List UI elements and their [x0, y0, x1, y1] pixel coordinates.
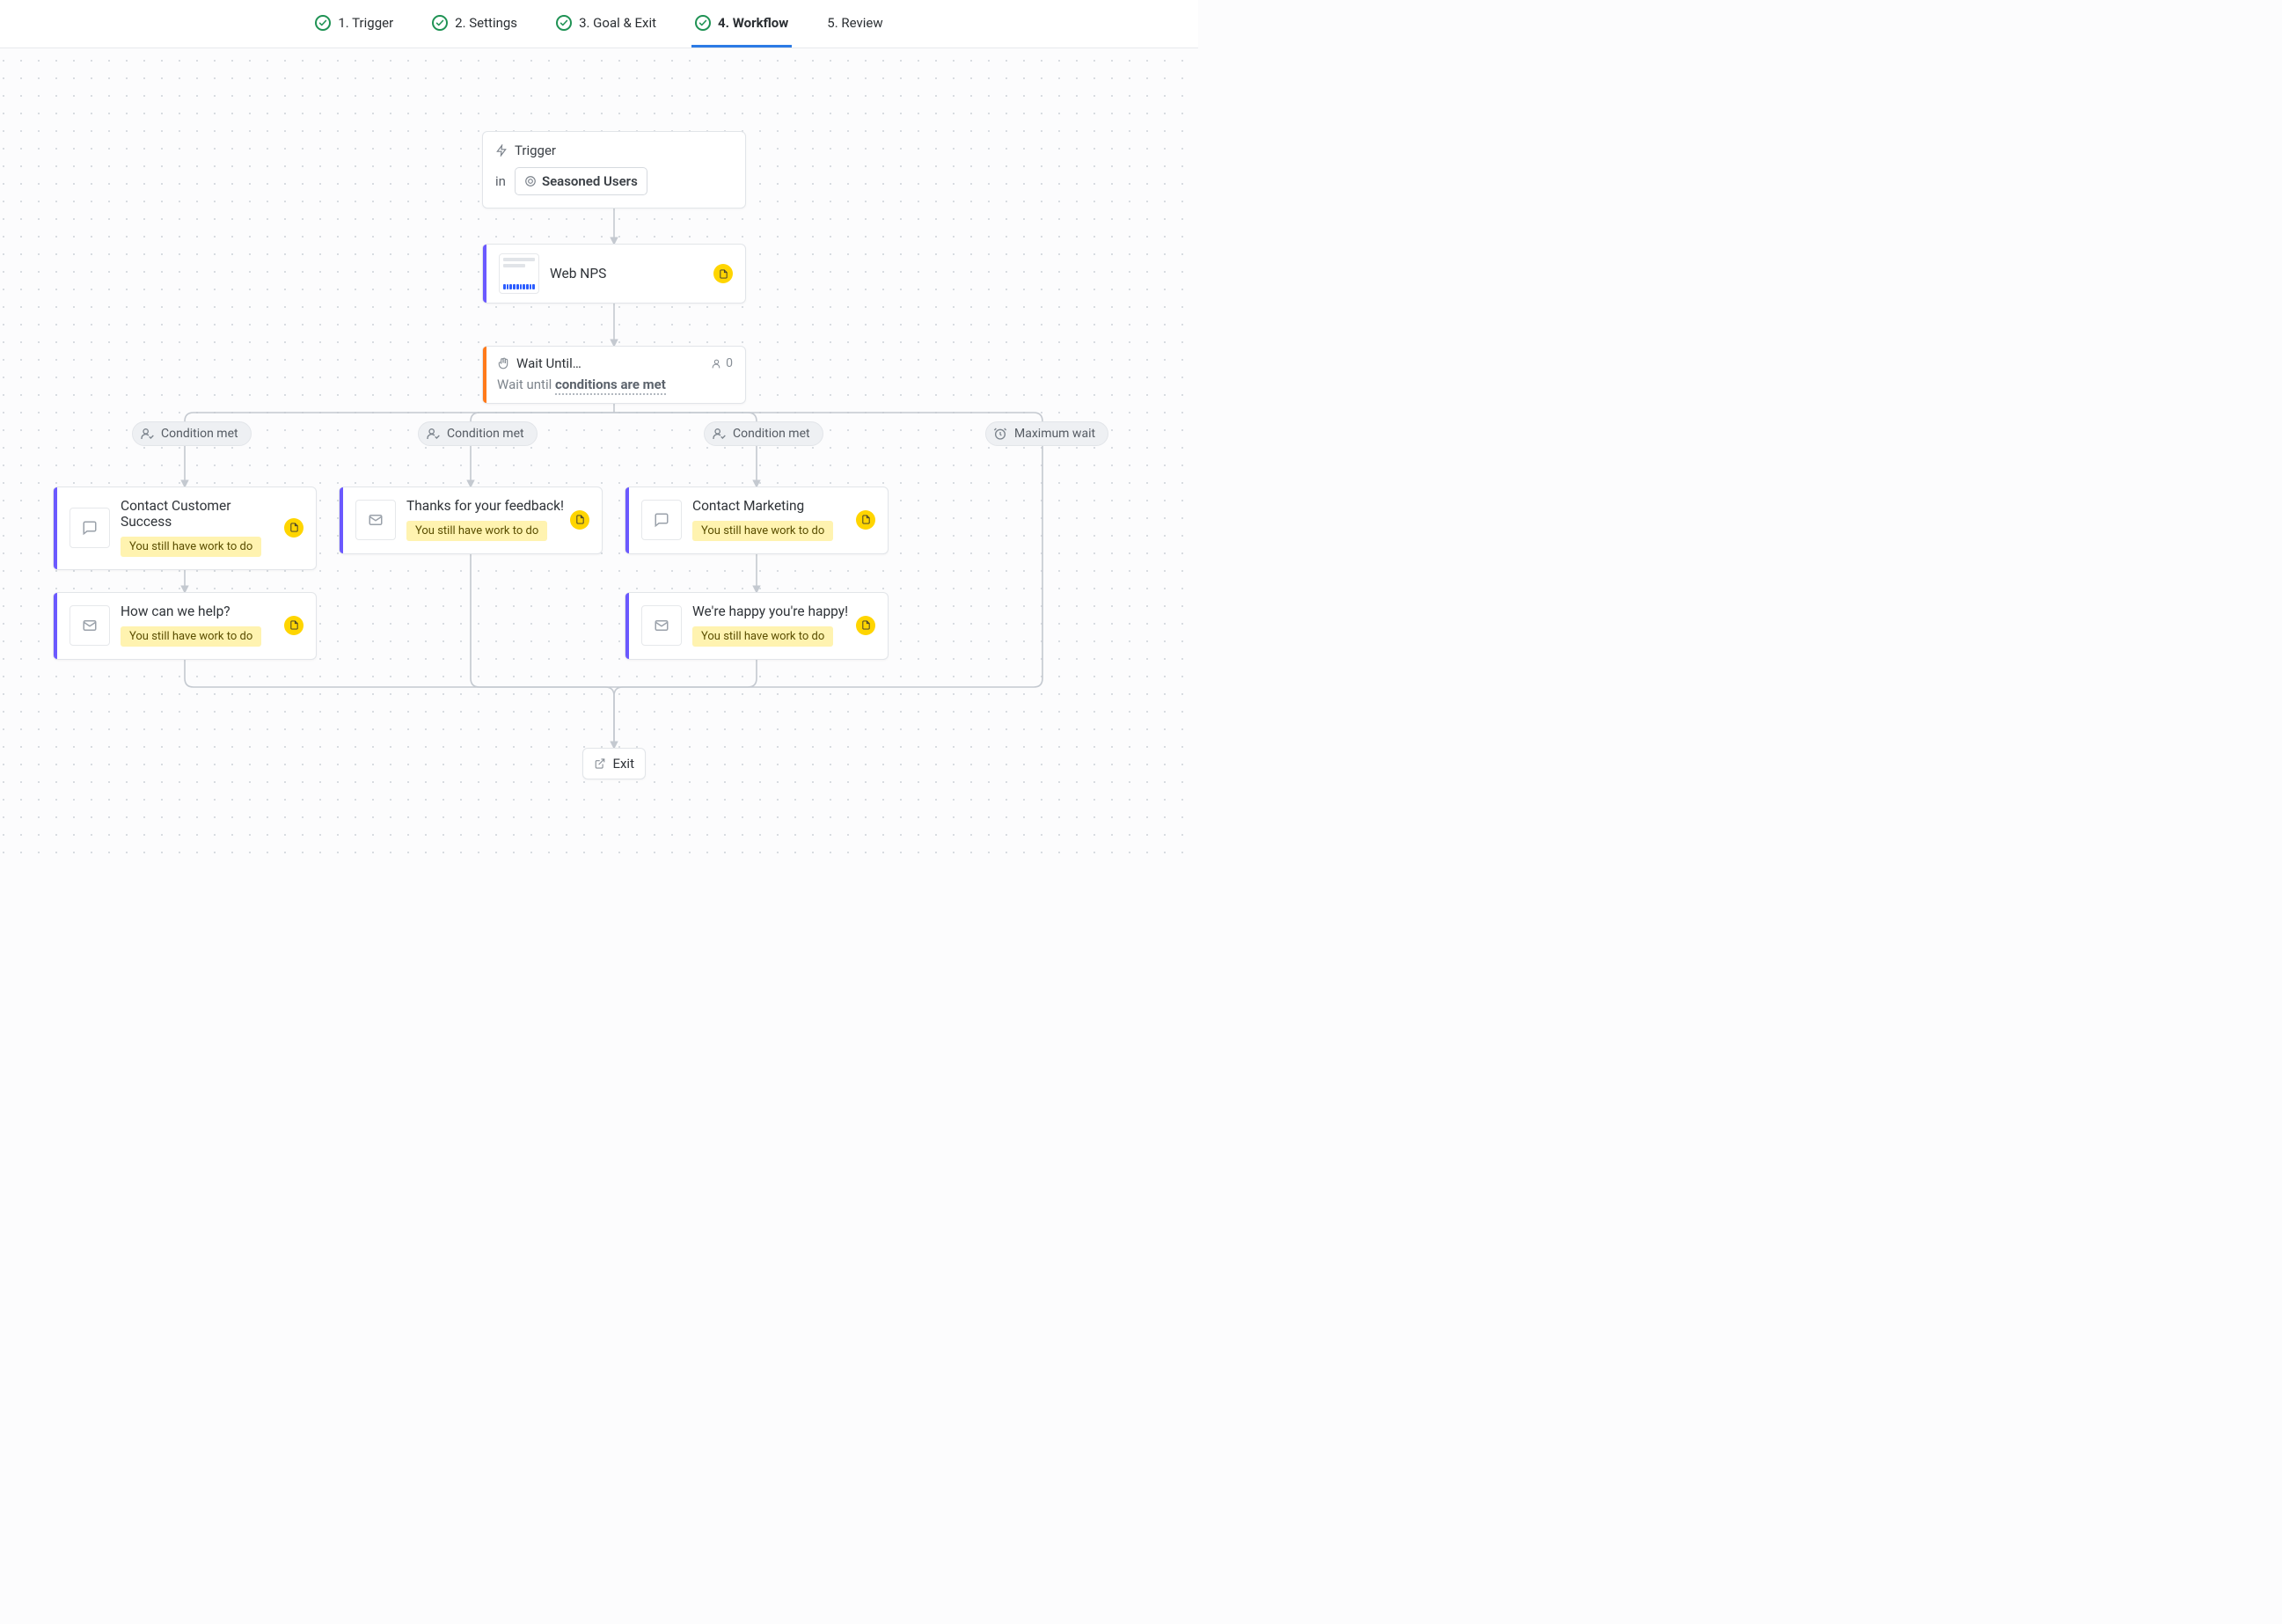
check-icon — [432, 15, 448, 31]
tab-settings[interactable]: 2. Settings — [428, 0, 521, 48]
node-thanks-feedback[interactable]: Thanks for your feedback! You still have… — [339, 486, 603, 554]
todo-chip: You still have work to do — [406, 521, 547, 541]
tab-workflow[interactable]: 4. Workflow — [691, 0, 792, 48]
target-icon — [524, 175, 537, 187]
draft-badge — [713, 264, 733, 283]
person-icon — [711, 358, 722, 369]
todo-chip: You still have work to do — [121, 626, 261, 647]
node-web-nps[interactable]: Web NPS — [482, 244, 746, 304]
wait-title: Wait Until… — [516, 355, 581, 371]
tab-trigger[interactable]: 1. Trigger — [311, 0, 397, 48]
draft-badge — [856, 616, 875, 635]
branch-label-max-wait[interactable]: Maximum wait — [985, 421, 1108, 446]
person-check-icon — [426, 427, 440, 441]
node-accent — [625, 487, 629, 553]
hand-wait-icon — [497, 357, 509, 369]
tab-goal-exit[interactable]: 3. Goal & Exit — [552, 0, 660, 48]
tab-label: 2. Settings — [455, 15, 517, 31]
node-title: Contact Customer Success — [121, 498, 284, 530]
tab-label: 3. Goal & Exit — [579, 15, 656, 31]
node-title: Thanks for your feedback! — [406, 498, 570, 514]
workflow-canvas[interactable]: Trigger in Seasoned Users — [0, 48, 1198, 858]
draft-badge — [284, 616, 304, 635]
node-title: We're happy you're happy! — [692, 604, 856, 619]
branch-label-condition-1[interactable]: Condition met — [132, 421, 252, 446]
chat-icon — [641, 500, 682, 540]
exit-icon — [594, 757, 605, 770]
check-icon — [695, 15, 711, 31]
node-contact-marketing[interactable]: Contact Marketing You still have work to… — [625, 486, 889, 554]
audience-pill[interactable]: Seasoned Users — [515, 167, 647, 195]
trigger-in-text: in — [495, 173, 506, 189]
person-check-icon — [712, 427, 726, 441]
draft-badge — [570, 510, 589, 530]
trigger-title: Trigger — [515, 143, 556, 158]
node-how-can-we-help[interactable]: How can we help? You still have work to … — [53, 592, 317, 660]
tab-label: 4. Workflow — [718, 15, 788, 31]
draft-badge — [856, 510, 875, 530]
exit-node[interactable]: Exit — [582, 748, 646, 779]
branch-label-condition-3[interactable]: Condition met — [704, 421, 823, 446]
check-icon — [315, 15, 331, 31]
node-accent — [625, 593, 629, 659]
person-check-icon — [140, 427, 154, 441]
mail-icon — [69, 605, 110, 646]
tab-label: 5. Review — [827, 15, 882, 31]
branch-label-condition-2[interactable]: Condition met — [418, 421, 538, 446]
node-accent — [54, 593, 57, 659]
node-title: How can we help? — [121, 604, 284, 619]
audience-name: Seasoned Users — [542, 173, 638, 189]
node-title: Web NPS — [550, 266, 713, 282]
branch-label-text: Condition met — [161, 427, 238, 441]
alarm-clock-icon — [993, 427, 1007, 441]
branch-label-text: Condition met — [447, 427, 524, 441]
node-accent — [340, 487, 343, 553]
draft-badge — [284, 518, 304, 538]
nps-thumb-icon — [499, 253, 539, 294]
check-icon — [556, 15, 572, 31]
branch-label-text: Maximum wait — [1014, 427, 1095, 441]
node-contact-customer-success[interactable]: Contact Customer Success You still have … — [53, 486, 317, 570]
node-accent — [483, 245, 486, 303]
mail-icon — [641, 605, 682, 646]
node-accent — [483, 347, 486, 403]
lightning-icon — [495, 144, 508, 157]
branch-label-text: Condition met — [733, 427, 810, 441]
node-accent — [54, 487, 57, 569]
wait-subtitle: Wait until conditions are met — [497, 377, 733, 392]
chat-icon — [69, 508, 110, 548]
trigger-node[interactable]: Trigger in Seasoned Users — [482, 131, 746, 208]
todo-chip: You still have work to do — [692, 521, 833, 541]
tab-label: 1. Trigger — [338, 15, 393, 31]
mail-icon — [355, 500, 396, 540]
todo-chip: You still have work to do — [121, 537, 261, 557]
wizard-tabs: 1. Trigger 2. Settings 3. Goal & Exit 4.… — [0, 0, 1198, 48]
todo-chip: You still have work to do — [692, 626, 833, 647]
exit-label: Exit — [612, 756, 634, 772]
node-happy-youre-happy[interactable]: We're happy you're happy! You still have… — [625, 592, 889, 660]
wait-count: 0 — [711, 356, 733, 370]
node-wait-until[interactable]: Wait Until… 0 Wait until conditions are … — [482, 346, 746, 404]
tab-review[interactable]: 5. Review — [823, 0, 886, 48]
node-title: Contact Marketing — [692, 498, 856, 514]
